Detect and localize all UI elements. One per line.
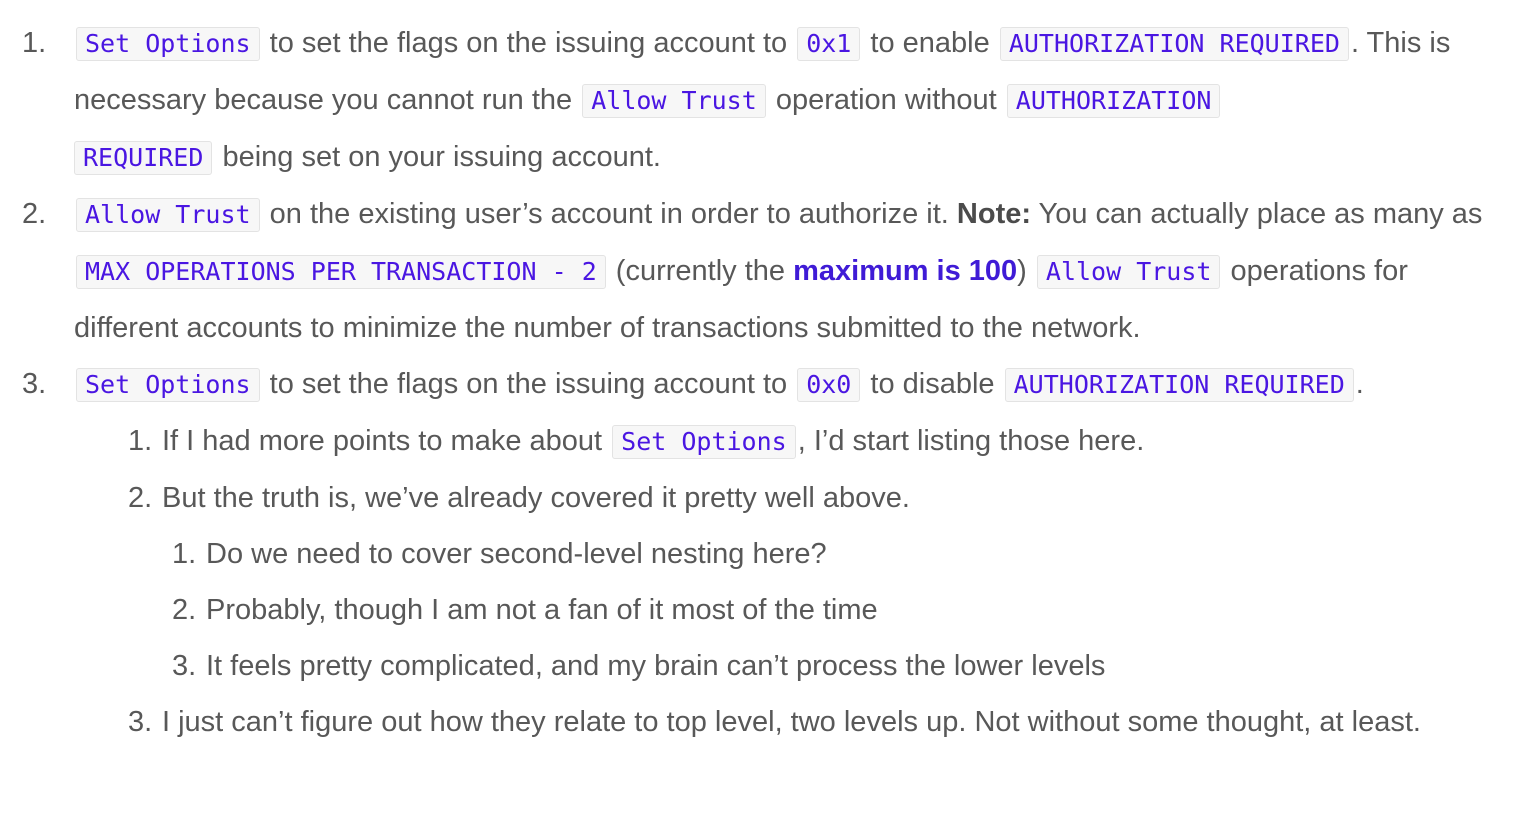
- text: .: [1355, 368, 1364, 400]
- list-item-1: 1. Set Options to set the flags on the i…: [0, 15, 1520, 186]
- text: Probably, though I am not a fan of it mo…: [206, 594, 878, 626]
- code-0x1: 0x1: [797, 27, 861, 61]
- sub-sub-list-item-3: 3. It feels pretty complicated, and my b…: [162, 638, 1504, 694]
- list-number: 3.: [128, 706, 153, 738]
- text: If I had more points to make about: [162, 425, 611, 457]
- text: to disable: [862, 368, 1003, 400]
- sub-sub-list-item-2: 2. Probably, though I am not a fan of it…: [162, 582, 1504, 638]
- list-number: 1.: [172, 538, 197, 570]
- list-number: 3.: [22, 368, 47, 400]
- code-allow-trust: Allow Trust: [1036, 255, 1221, 289]
- code-allow-trust: Allow Trust: [582, 84, 766, 118]
- code-authorization: AUTHORIZATION: [1006, 84, 1221, 118]
- text: Do we need to cover second-level nesting…: [206, 538, 827, 570]
- list-number: 1.: [128, 425, 153, 457]
- list-number: 2.: [128, 482, 153, 514]
- code-0x0: 0x0: [797, 368, 861, 402]
- nested-list-level-3: 1. Do we need to cover second-level nest…: [162, 526, 1504, 694]
- text: It feels pretty complicated, and my brai…: [206, 650, 1106, 682]
- sub-list-item-3: 3. I just can’t figure out how they rela…: [118, 694, 1504, 750]
- text: operation without: [767, 84, 1005, 116]
- sub-sub-list-item-1: 1. Do we need to cover second-level nest…: [162, 526, 1504, 582]
- list-number: 3.: [172, 650, 197, 682]
- text: But the truth is, we’ve already covered …: [162, 482, 910, 514]
- document-body: 1. Set Options to set the flags on the i…: [0, 0, 1520, 750]
- sub-list-item-1: 1. If I had more points to make about Se…: [118, 413, 1504, 470]
- code-set-options: Set Options: [76, 368, 260, 402]
- list-number: 1.: [22, 27, 47, 59]
- list-number: 2.: [22, 198, 47, 230]
- nested-list: 1. If I had more points to make about Se…: [44, 413, 1504, 750]
- code-required: REQUIRED: [74, 141, 213, 175]
- maximum-link[interactable]: maximum is 100: [793, 255, 1017, 287]
- text: to enable: [862, 27, 998, 59]
- text: to set the flags on the issuing account …: [261, 27, 796, 59]
- list-number: 2.: [172, 594, 197, 626]
- text: to set the flags on the issuing account …: [261, 368, 796, 400]
- text: You can actually place as many as: [1031, 198, 1483, 230]
- code-allow-trust: Allow Trust: [76, 198, 260, 232]
- text: (currently the: [607, 255, 794, 287]
- text: on the existing user’s account in order …: [261, 198, 957, 230]
- ordered-list: 1. Set Options to set the flags on the i…: [0, 15, 1520, 750]
- code-set-options: Set Options: [76, 27, 260, 61]
- list-item-3: 3. Set Options to set the flags on the i…: [0, 356, 1520, 750]
- list-item-2: 2. Allow Trust on the existing user’s ac…: [0, 186, 1520, 356]
- code-authorization-required: AUTHORIZATION REQUIRED: [999, 27, 1349, 61]
- code-authorization-required: AUTHORIZATION REQUIRED: [1004, 368, 1354, 402]
- text: ): [1017, 255, 1035, 287]
- code-set-options: Set Options: [612, 425, 796, 459]
- text: I just can’t figure out how they relate …: [162, 706, 1421, 738]
- sub-list-item-2: 2. But the truth is, we’ve already cover…: [118, 470, 1504, 694]
- code-max-operations: MAX OPERATIONS PER TRANSACTION - 2: [76, 255, 606, 289]
- text: , I’d start listing those here.: [797, 425, 1145, 457]
- text: being set on your issuing account.: [214, 141, 661, 173]
- note-label: Note:: [956, 198, 1032, 230]
